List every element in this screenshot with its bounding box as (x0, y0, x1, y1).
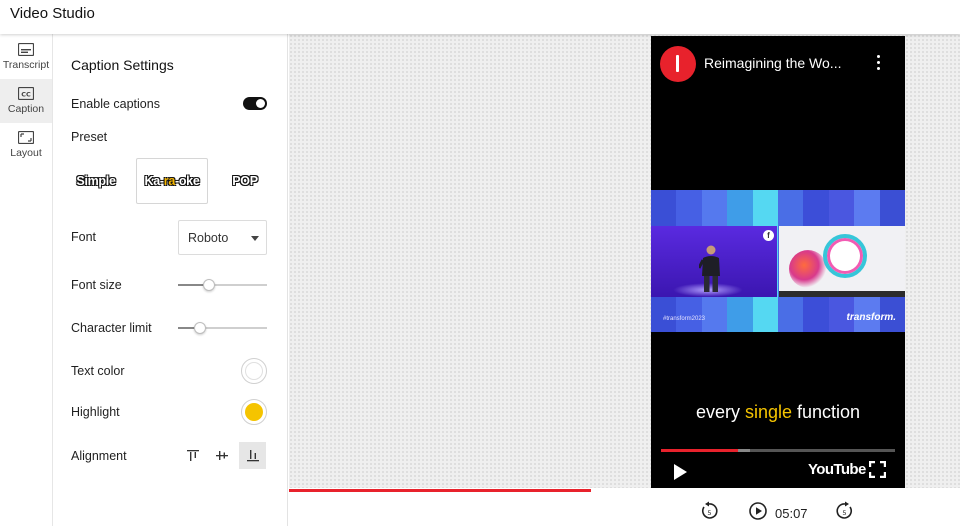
left-rail: Transcript CC Caption Layout (0, 34, 53, 526)
rail-item-label: Caption (7, 103, 45, 115)
preset-simple[interactable]: Simple (67, 158, 125, 204)
preset-karaoke-part: -oke (174, 174, 200, 188)
youtube-logo: YouTube (808, 461, 866, 478)
svg-text:5: 5 (707, 509, 711, 517)
svg-text:CC: CC (21, 90, 31, 98)
slider-thumb[interactable] (194, 322, 207, 334)
align-middle-button[interactable] (208, 442, 235, 469)
preset-pop[interactable]: POP (219, 158, 271, 204)
video-title[interactable]: Reimagining the Wo... (704, 55, 864, 71)
speaker-stage-image (651, 226, 777, 297)
svg-text:5: 5 (842, 509, 846, 517)
rail-item-caption[interactable]: CC Caption (0, 79, 52, 123)
transcript-icon (18, 43, 34, 56)
panel-title: Caption Settings (71, 57, 174, 73)
highlight-color-picker[interactable] (241, 399, 267, 425)
caption-word: every (695, 402, 740, 422)
player-buffered (738, 449, 750, 452)
event-hashtag: #transform2023 (663, 316, 706, 322)
caption-settings-panel: Caption Settings Enable captions Preset … (53, 34, 288, 526)
time-display: 05:07 (775, 506, 808, 521)
text-color-label: Text color (71, 364, 125, 378)
chevron-down-icon (251, 236, 259, 241)
align-middle-icon (215, 451, 228, 460)
slide-image (779, 226, 905, 297)
align-bottom-icon (246, 450, 259, 462)
more-options-icon[interactable] (877, 55, 881, 71)
event-brand: transform. (846, 312, 896, 323)
preset-karaoke[interactable]: Ka-ra -oke (136, 158, 208, 204)
rail-item-transcript[interactable]: Transcript (0, 35, 52, 79)
caption-overlay: every single function (651, 402, 905, 423)
align-top-button[interactable] (179, 442, 206, 469)
channel-avatar[interactable] (660, 46, 696, 82)
slider-thumb[interactable] (203, 279, 216, 291)
playback-controls: 5 05:07 5 (289, 492, 960, 526)
rail-item-layout[interactable]: Layout (0, 123, 52, 167)
character-limit-slider[interactable] (178, 322, 267, 334)
caption-word: function (797, 402, 861, 422)
font-select[interactable]: Roboto (178, 220, 267, 255)
highlight-color-swatch (245, 403, 263, 421)
fast-forward-icon[interactable]: 5 (835, 501, 855, 521)
player-played (661, 449, 739, 452)
rail-item-label: Transcript (2, 59, 50, 71)
layout-icon (18, 131, 34, 144)
font-label: Font (71, 230, 97, 244)
preset-karaoke-part: Ka- (144, 174, 165, 188)
caption-icon: CC (18, 87, 34, 100)
preset-karaoke-highlight: ra (163, 174, 176, 188)
text-color-swatch (245, 362, 263, 380)
fullscreen-icon[interactable] (869, 461, 886, 478)
font-size-label: Font size (71, 278, 122, 292)
play-icon[interactable] (674, 464, 687, 480)
alignment-label: Alignment (71, 449, 127, 463)
enable-captions-label: Enable captions (71, 97, 160, 111)
play-circle-icon[interactable] (748, 501, 768, 521)
toggle-knob (256, 99, 265, 108)
character-limit-label: Character limit (71, 321, 152, 335)
player-progress-bar[interactable] (661, 449, 895, 452)
font-select-value: Roboto (188, 231, 229, 245)
align-top-icon (186, 450, 199, 461)
app-header: Video Studio (0, 0, 960, 34)
video-frame: f #transform2023 transform. (651, 190, 905, 332)
rewind-icon[interactable]: 5 (699, 501, 719, 521)
text-color-picker[interactable] (241, 358, 267, 384)
caption-word-highlight: single (744, 402, 792, 422)
rail-item-label: Layout (10, 147, 42, 159)
facebook-icon: f (763, 230, 774, 241)
speaker-figure (699, 245, 720, 292)
video-preview[interactable]: Reimagining the Wo... f #transform2023 t… (651, 36, 905, 488)
app-title: Video Studio (10, 5, 95, 22)
highlight-label: Highlight (71, 405, 120, 419)
font-size-slider[interactable] (178, 279, 267, 291)
preset-label: Preset (71, 130, 108, 144)
enable-captions-toggle[interactable] (243, 97, 267, 110)
align-bottom-button[interactable] (239, 442, 266, 469)
